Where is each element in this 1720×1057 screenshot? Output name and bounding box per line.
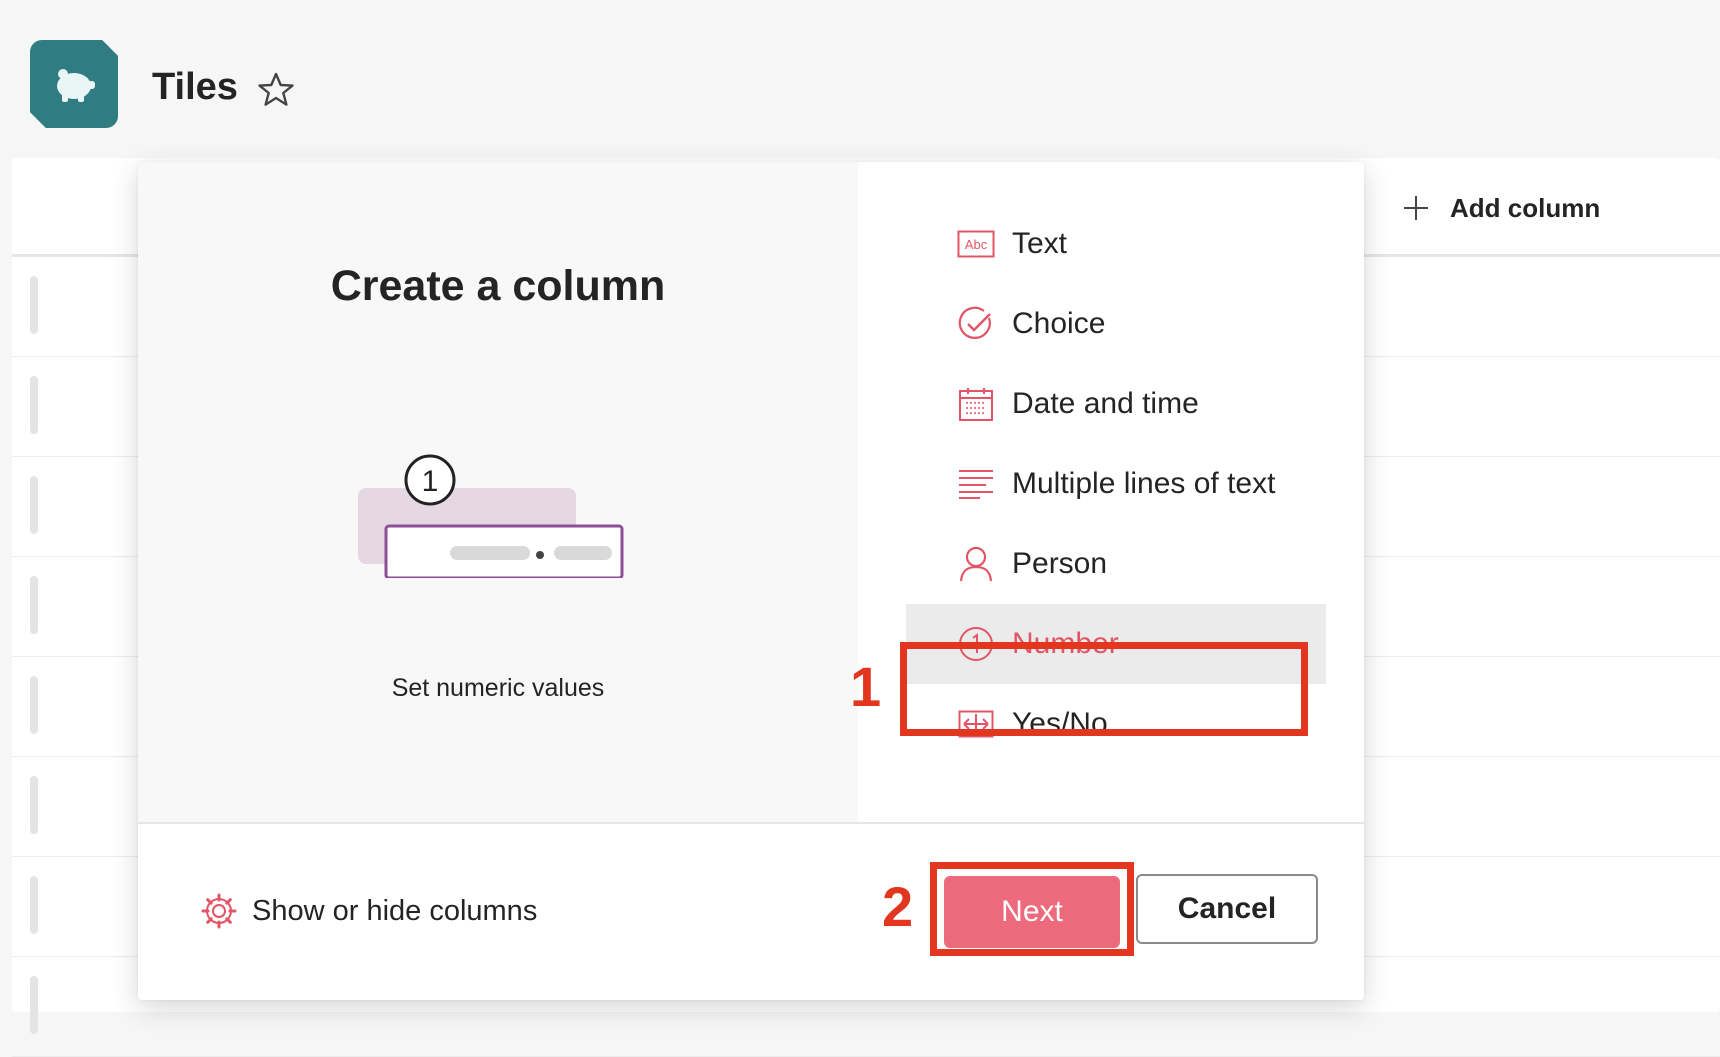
cancel-button[interactable]: Cancel: [1136, 874, 1318, 944]
text-abc-icon: Abc: [956, 224, 996, 264]
add-column-button[interactable]: Add column: [1402, 188, 1600, 228]
column-type-label: Text: [1012, 227, 1068, 260]
svg-text:Abc: Abc: [965, 237, 988, 252]
column-type-label: Date and time: [1012, 387, 1199, 420]
preview-description: Set numeric values: [391, 674, 605, 702]
annotation-step-1: 1: [850, 655, 882, 718]
column-preview-pane: Create a column 1 Set numeric values: [138, 162, 858, 822]
multiline-text-icon: [956, 464, 996, 504]
column-type-label: Multiple lines of text: [1012, 467, 1276, 500]
illustration-number: 1: [422, 465, 439, 498]
column-type-choice[interactable]: Choice: [906, 284, 1326, 364]
row-select-handle[interactable]: [30, 576, 38, 634]
show-hide-columns-label: Show or hide columns: [252, 894, 538, 927]
column-type-date-time[interactable]: Date and time: [906, 364, 1326, 444]
site-logo[interactable]: [30, 40, 118, 128]
star-outline-icon[interactable]: [256, 70, 296, 110]
site-title: Tiles: [152, 66, 238, 108]
annotation-highlight-next: [930, 862, 1134, 956]
show-hide-columns-link[interactable]: Show or hide columns: [200, 892, 537, 930]
gear-icon: [201, 893, 237, 929]
piggy-bank-icon: [57, 69, 95, 102]
dialog-title: Create a column: [330, 262, 666, 310]
column-type-label: Choice: [1012, 307, 1106, 340]
calendar-icon: [956, 384, 996, 424]
choice-check-icon: [956, 304, 996, 344]
site-header: Tiles: [0, 0, 1720, 150]
annotation-step-2: 2: [882, 875, 914, 938]
plus-icon: [1404, 196, 1428, 220]
column-type-person[interactable]: Person: [906, 524, 1326, 604]
row-select-handle[interactable]: [30, 676, 38, 734]
row-select-handle[interactable]: [30, 476, 38, 534]
row-select-handle[interactable]: [30, 976, 38, 1034]
create-column-dialog: Create a column 1 Set numeric values Abc…: [138, 162, 1364, 1000]
row-select-handle[interactable]: [30, 376, 38, 434]
column-type-label: Person: [1012, 547, 1108, 580]
row-select-handle[interactable]: [30, 276, 38, 334]
row-select-handle[interactable]: [30, 876, 38, 934]
dialog-footer: Show or hide columns Next Cancel 2: [138, 822, 1364, 1000]
annotation-highlight-number: [900, 642, 1308, 736]
number-field-illustration: 1: [358, 454, 624, 578]
column-type-multiline-text[interactable]: Multiple lines of text: [906, 444, 1326, 524]
row-select-handle[interactable]: [30, 776, 38, 834]
add-column-label: Add column: [1450, 192, 1601, 223]
person-icon: [956, 544, 996, 584]
column-type-text[interactable]: Abc Text: [906, 204, 1326, 284]
